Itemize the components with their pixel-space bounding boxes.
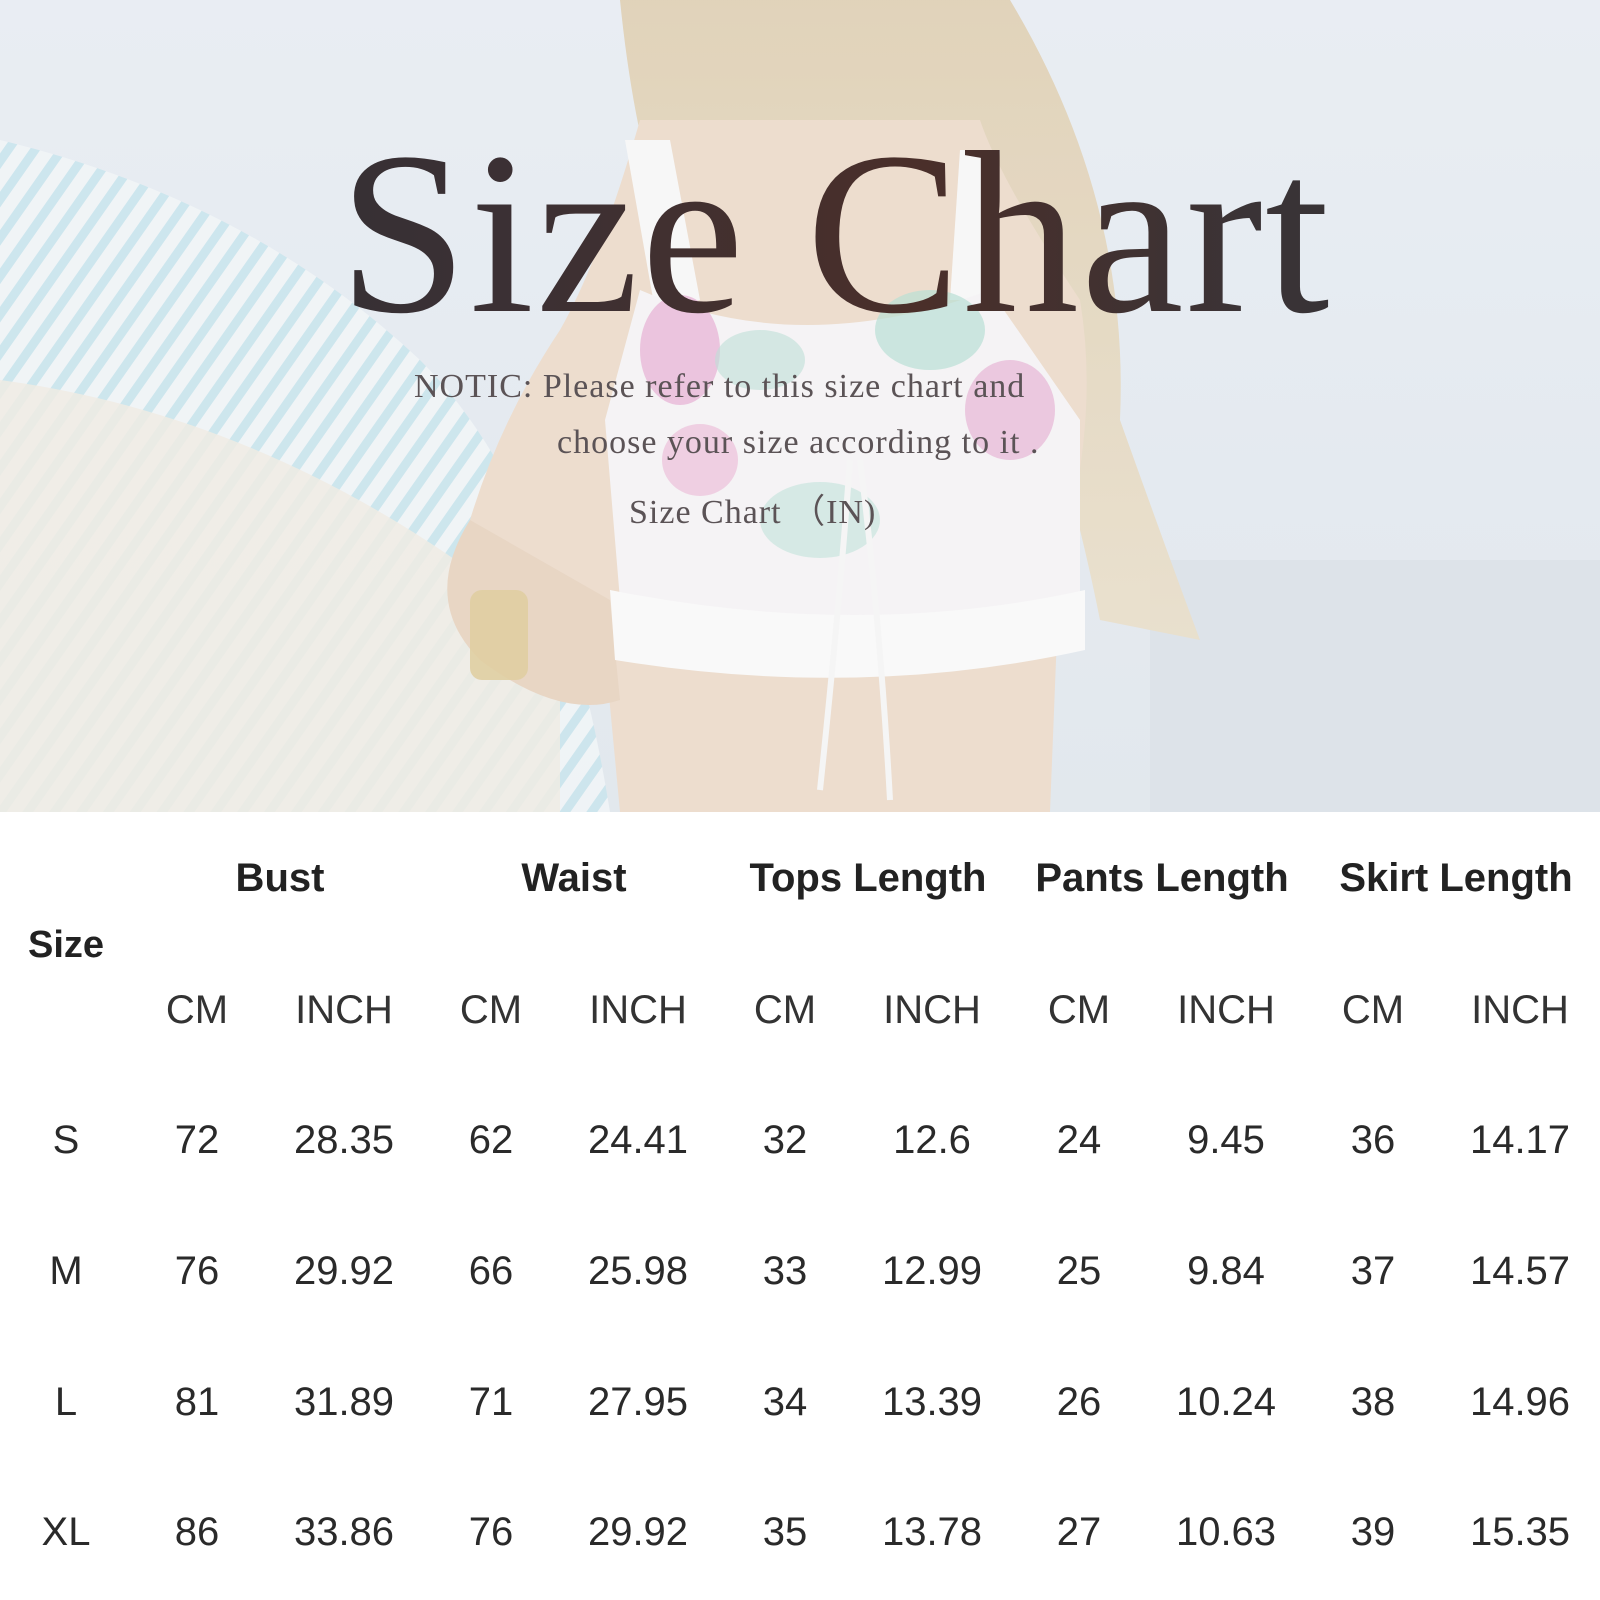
table-cell: 27 bbox=[1056, 1510, 1102, 1554]
unit-header: INCH bbox=[1471, 988, 1569, 1032]
unit-header: INCH bbox=[1177, 988, 1275, 1032]
table-cell: 14.96 bbox=[1469, 1380, 1571, 1424]
table-cell: 39 bbox=[1350, 1510, 1396, 1554]
table-cell: 76 bbox=[468, 1510, 514, 1554]
table-cell: 36 bbox=[1350, 1118, 1396, 1162]
unit-header: CM bbox=[459, 988, 523, 1032]
table-cell: 32 bbox=[762, 1118, 808, 1162]
size-column-header: Size bbox=[27, 924, 105, 966]
table-cell: 15.35 bbox=[1469, 1510, 1571, 1554]
row-size-label: S bbox=[52, 1118, 80, 1162]
row-size-label: M bbox=[49, 1249, 83, 1293]
table-cell: 29.92 bbox=[587, 1510, 689, 1554]
unit-header: CM bbox=[753, 988, 817, 1032]
notice-line-1: NOTIC: Please refer to this size chart a… bbox=[414, 368, 1026, 405]
table-cell: 9.45 bbox=[1187, 1118, 1265, 1162]
hero-photo: Size Chart NOTIC: Please refer to this s… bbox=[0, 0, 1600, 812]
table-cell: 10.24 bbox=[1175, 1380, 1277, 1424]
table-cell: 62 bbox=[468, 1118, 514, 1162]
unit-header: INCH bbox=[295, 988, 393, 1032]
table-cell: 12.6 bbox=[893, 1118, 971, 1162]
table-cell: 13.78 bbox=[881, 1510, 983, 1554]
table-cell: 37 bbox=[1350, 1249, 1396, 1293]
table-cell: 25 bbox=[1056, 1249, 1102, 1293]
table-cell: 24 bbox=[1056, 1118, 1102, 1162]
table-cell: 35 bbox=[762, 1510, 808, 1554]
table-cell: 28.35 bbox=[293, 1118, 395, 1162]
table-cell: 12.99 bbox=[881, 1249, 983, 1293]
table-cell: 76 bbox=[174, 1249, 220, 1293]
notice-line-3: Size Chart （IN) bbox=[629, 494, 877, 531]
table-cell: 86 bbox=[174, 1510, 220, 1554]
table-cell: 33 bbox=[762, 1249, 808, 1293]
row-size-label: L bbox=[54, 1380, 78, 1424]
table-cell: 72 bbox=[174, 1118, 220, 1162]
table-cell: 14.17 bbox=[1469, 1118, 1571, 1162]
size-table: Size Bust Waist Tops Length Pants Length… bbox=[0, 812, 1600, 1600]
unit-header: CM bbox=[165, 988, 229, 1032]
table-cell: 31.89 bbox=[293, 1380, 395, 1424]
group-header-bust: Bust bbox=[235, 856, 325, 900]
group-header-pants-length: Pants Length bbox=[1035, 856, 1289, 900]
unit-header: CM bbox=[1341, 988, 1405, 1032]
group-header-tops-length: Tops Length bbox=[749, 856, 987, 900]
page-title: Size Chart bbox=[0, 118, 1600, 350]
table-cell: 26 bbox=[1056, 1380, 1102, 1424]
unit-header: INCH bbox=[883, 988, 981, 1032]
table-cell: 71 bbox=[468, 1380, 514, 1424]
table-cell: 81 bbox=[174, 1380, 220, 1424]
table-cell: 10.63 bbox=[1175, 1510, 1277, 1554]
table-cell: 38 bbox=[1350, 1380, 1396, 1424]
group-header-skirt-length: Skirt Length bbox=[1339, 856, 1573, 900]
group-header-waist: Waist bbox=[521, 856, 627, 900]
table-cell: 9.84 bbox=[1187, 1249, 1265, 1293]
table-cell: 24.41 bbox=[587, 1118, 689, 1162]
table-cell: 25.98 bbox=[587, 1249, 689, 1293]
unit-header: CM bbox=[1047, 988, 1111, 1032]
table-cell: 66 bbox=[468, 1249, 514, 1293]
unit-header: INCH bbox=[589, 988, 687, 1032]
notice-line-2: choose your size according to it . bbox=[557, 424, 1040, 461]
table-cell: 33.86 bbox=[293, 1510, 395, 1554]
table-cell: 29.92 bbox=[293, 1249, 395, 1293]
table-cell: 14.57 bbox=[1469, 1249, 1571, 1293]
table-cell: 34 bbox=[762, 1380, 808, 1424]
table-cell: 13.39 bbox=[881, 1380, 983, 1424]
table-cell: 27.95 bbox=[587, 1380, 689, 1424]
row-size-label: XL bbox=[41, 1510, 91, 1554]
